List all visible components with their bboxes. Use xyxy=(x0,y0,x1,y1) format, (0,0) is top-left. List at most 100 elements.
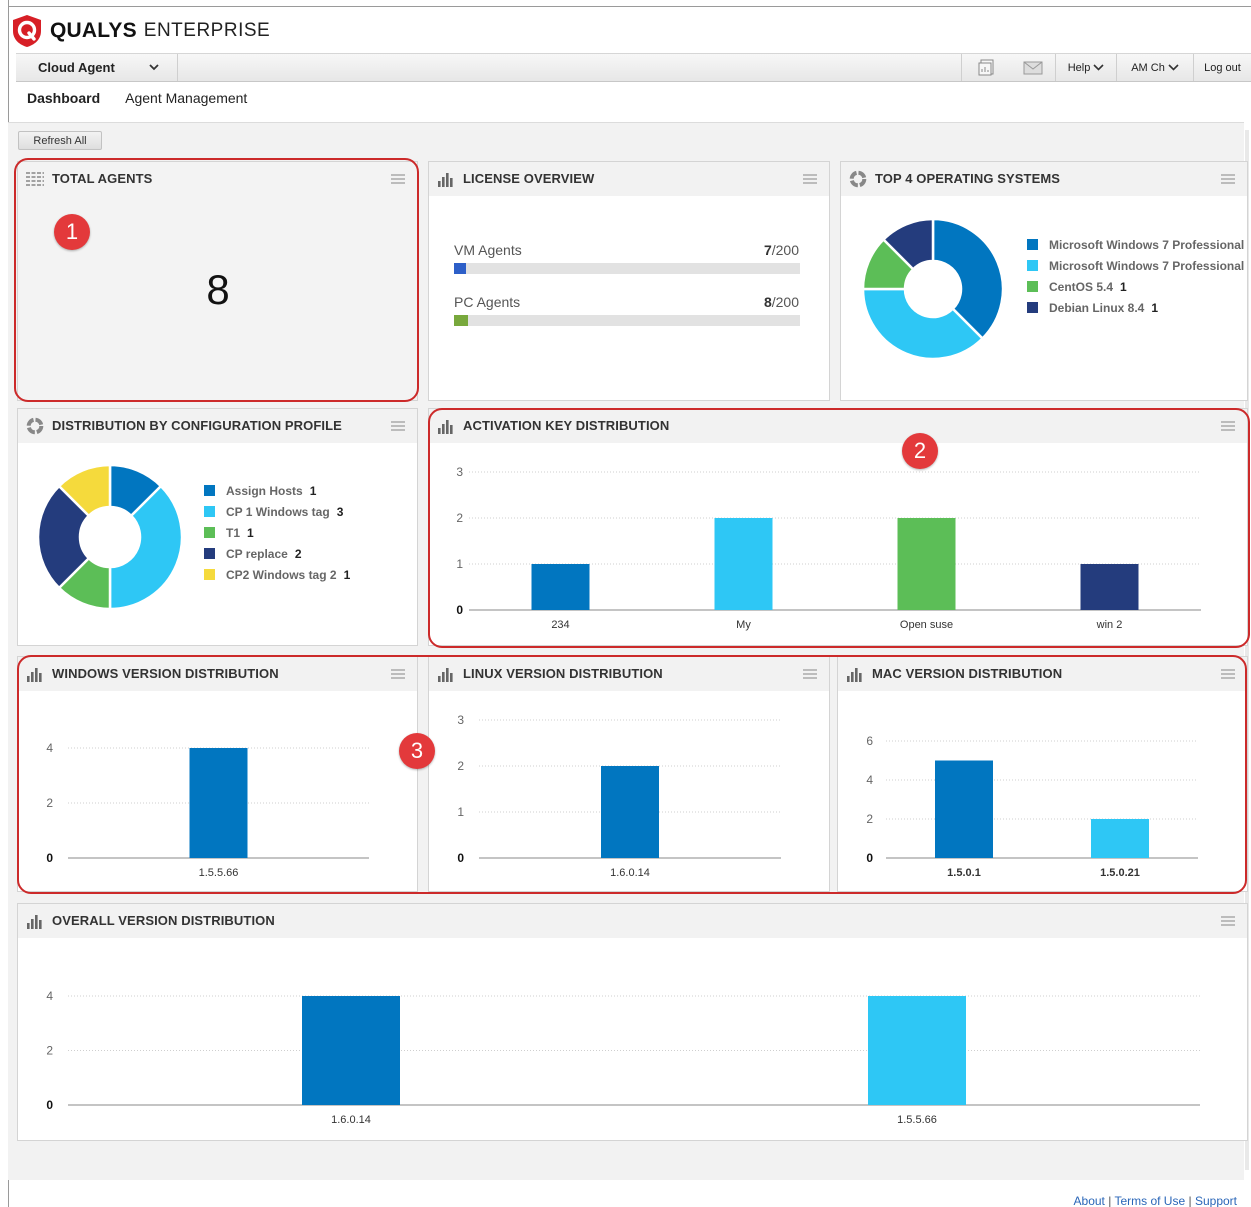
user-label: AM Ch xyxy=(1131,61,1165,74)
top-toolbar: Cloud Agent Help AM Ch Log out xyxy=(16,53,1251,82)
chevron-down-icon xyxy=(1168,64,1179,71)
bar[interactable] xyxy=(868,996,966,1105)
license-used: 8 xyxy=(763,294,772,310)
reports-icon xyxy=(978,59,993,76)
license-label-vm: VM Agents xyxy=(454,242,522,258)
bar[interactable] xyxy=(302,996,400,1105)
legend-count: 1 xyxy=(309,483,317,498)
annotation-badge-3: 3 xyxy=(399,733,435,769)
widget-title: TOP 4 OPERATING SYSTEMS xyxy=(875,171,1061,186)
os-legend: Microsoft Windows 7 Professional 6 Micros… xyxy=(1027,234,1248,318)
donut-chart-icon xyxy=(26,417,44,435)
qualys-logo[interactable]: QUALYS ENTERPRISE xyxy=(10,12,270,50)
x-tick-label: 1.5.5.66 xyxy=(897,1114,937,1126)
footer-support-link[interactable]: Support xyxy=(1195,1194,1237,1207)
user-menu[interactable]: AM Ch xyxy=(1116,54,1193,81)
annotation-outline-1 xyxy=(14,158,419,402)
legend-swatch xyxy=(204,548,215,559)
legend-item[interactable]: CentOS 5.4 1 xyxy=(1027,276,1247,297)
donut-chart-icon xyxy=(849,170,867,188)
footer-about-link[interactable]: About xyxy=(1074,1194,1105,1207)
legend-item[interactable]: Debian Linux 8.4 1 xyxy=(1027,297,1247,318)
chevron-down-icon xyxy=(1093,64,1104,71)
help-menu[interactable]: Help xyxy=(1055,54,1116,81)
legend-label: CP2 Windows tag 2 xyxy=(226,567,337,582)
legend-swatch xyxy=(1027,260,1038,271)
mail-icon xyxy=(1023,61,1043,74)
tab-agent-management[interactable]: Agent Management xyxy=(125,90,247,106)
legend-item[interactable]: Microsoft Windows 7 Professional 6 xyxy=(1027,234,1248,255)
license-used: 7 xyxy=(763,242,772,258)
annotation-badge-1: 1 xyxy=(54,214,90,250)
legend-swatch xyxy=(1027,281,1038,292)
legend-count: 2 xyxy=(294,546,302,561)
legend-swatch xyxy=(204,506,215,517)
license-bar-fill xyxy=(454,263,467,274)
legend-label: CP replace xyxy=(226,546,288,561)
legend-count: 1 xyxy=(247,525,254,540)
help-label: Help xyxy=(1067,61,1091,74)
legend-swatch xyxy=(204,569,215,580)
refresh-all-button[interactable]: Refresh All xyxy=(18,131,102,150)
legend-swatch xyxy=(1027,302,1038,313)
brand-name: QUALYS xyxy=(50,19,137,42)
y-tick-label: 0 xyxy=(46,1098,53,1112)
legend-swatch xyxy=(1027,239,1038,250)
license-value-pc: 8/200 xyxy=(729,294,799,310)
logout-label: Log out xyxy=(1204,61,1241,74)
legend-count: 1 xyxy=(1120,279,1127,294)
y-tick-label: 2 xyxy=(46,1044,53,1058)
legend-item[interactable]: Assign Hosts 1 xyxy=(204,480,350,501)
legend-label: CP 1 Windows tag xyxy=(226,504,330,519)
license-total: /200 xyxy=(771,242,799,258)
widget-title: LICENSE OVERVIEW xyxy=(463,171,595,186)
chevron-down-icon xyxy=(149,64,159,71)
legend-item[interactable]: T1 1 xyxy=(204,522,350,543)
legend-item[interactable]: CP2 Windows tag 2 1 xyxy=(204,564,350,585)
legend-label: Microsoft Windows 7 Professional 6 xyxy=(1049,237,1248,252)
license-bar-fill xyxy=(454,315,468,326)
legend-label: CentOS 5.4 xyxy=(1049,279,1114,294)
widget-menu-icon[interactable] xyxy=(1221,174,1235,184)
legend-label: T1 xyxy=(226,525,241,540)
license-total: /200 xyxy=(771,294,799,310)
widget-menu-icon[interactable] xyxy=(391,421,405,431)
widget-top-os: TOP 4 OPERATING SYSTEMS Microsoft Window… xyxy=(840,161,1248,401)
license-label-pc: PC Agents xyxy=(454,294,521,310)
legend-count: 3 xyxy=(336,504,344,519)
os-donut-chart xyxy=(863,217,1003,361)
messages-button[interactable] xyxy=(1011,54,1055,81)
footer-separator: | xyxy=(1188,1194,1192,1207)
widget-title: OVERALL VERSION DISTRIBUTION xyxy=(52,913,275,928)
legend-label: Microsoft Windows 7 Professional xyxy=(1049,258,1245,273)
legend-item[interactable]: CP 1 Windows tag 3 xyxy=(204,501,350,522)
bar-chart-icon xyxy=(27,915,42,929)
tab-dashboard[interactable]: Dashboard xyxy=(27,90,100,106)
qualys-shield-icon xyxy=(13,15,41,47)
reports-button[interactable] xyxy=(961,54,1011,81)
module-selector[interactable]: Cloud Agent xyxy=(16,54,178,81)
widget-overall-version: OVERALL VERSION DISTRIBUTION 0 2 4 1.6.0.14… xyxy=(17,903,1248,1141)
x-tick-label: 1.6.0.14 xyxy=(331,1114,371,1126)
footer-terms-link[interactable]: Terms of Use xyxy=(1114,1194,1185,1207)
widget-title: DISTRIBUTION BY CONFIGURATION PROFILE xyxy=(52,418,342,433)
legend-item[interactable]: CP replace 2 xyxy=(204,543,350,564)
widget-license-overview: LICENSE OVERVIEW VM Agents 7/200 PC Agen… xyxy=(428,161,830,401)
license-value-vm: 7/200 xyxy=(729,242,799,258)
annotation-outline-2 xyxy=(428,408,1250,648)
widget-menu-icon[interactable] xyxy=(803,174,817,184)
widget-config-profile: DISTRIBUTION BY CONFIGURATION PROFILE As… xyxy=(17,408,418,646)
legend-label: Debian Linux 8.4 xyxy=(1049,300,1145,315)
annotation-outline-3 xyxy=(17,655,1247,894)
main-nav: Dashboard Agent Management xyxy=(16,90,261,106)
legend-swatch xyxy=(204,485,215,496)
config-profile-legend: Assign Hosts 1 CP 1 Windows tag 3 T1 1 CP repl… xyxy=(204,480,350,585)
bar-chart-icon xyxy=(438,173,453,187)
widget-menu-icon[interactable] xyxy=(1221,916,1235,926)
legend-item[interactable]: Microsoft Windows 7 Professional xyxy=(1027,255,1247,276)
license-bar-pc xyxy=(454,315,800,326)
brand-edition: ENTERPRISE xyxy=(143,20,271,41)
footer-links: About | Terms of Use | Support xyxy=(1074,1194,1237,1207)
legend-label: Assign Hosts xyxy=(226,483,303,498)
logout-link[interactable]: Log out xyxy=(1193,54,1251,81)
